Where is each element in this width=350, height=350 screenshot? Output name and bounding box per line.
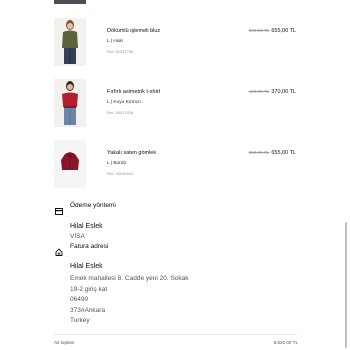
- product-price: 999,00 TL 655,00 TL: [249, 28, 296, 34]
- product-variant: L | Haki: [107, 39, 123, 44]
- product-price: 999,00 TL 655,00 TL: [249, 150, 296, 156]
- product-variant: L | Koyu Kırmızı: [107, 100, 141, 105]
- product-ref: Ref. 33046604: [107, 171, 134, 176]
- order-item: Yakalı saten gömlek L | Bordo Ref. 33046…: [54, 140, 296, 188]
- old-price: 429,00 TL: [248, 89, 270, 94]
- address-line: 19-2 giriş kat: [70, 285, 108, 293]
- home-icon: [55, 243, 63, 261]
- order-item: Dökümlü işlemeli bluz L | Haki Ref. 8053…: [54, 18, 296, 66]
- payment-holder-name: Hilal Eslek: [70, 223, 103, 230]
- old-price: 999,00 TL: [248, 28, 270, 33]
- subtotal-value: 5.820,00 TL: [273, 340, 298, 345]
- previous-item-image-edge: [54, 0, 86, 4]
- product-name[interactable]: Dökümlü işlemeli bluz: [107, 28, 160, 34]
- scrollbar[interactable]: [345, 222, 347, 348]
- product-image[interactable]: [54, 79, 86, 127]
- new-price: 370,00 TL: [271, 89, 296, 95]
- product-name[interactable]: Yakalı saten gömlek: [107, 150, 156, 156]
- new-price: 655,00 TL: [271, 28, 296, 34]
- new-price: 655,00 TL: [271, 150, 296, 156]
- payment-method-title: Ödeme yöntemi: [70, 202, 116, 209]
- billing-name: Hilal Eslek: [70, 263, 103, 270]
- address-line: Emek mahallesi 8. Cadde yeni 20. Sokak: [70, 275, 189, 282]
- product-name[interactable]: Fırfırlı asimetrik t-shirt: [107, 89, 160, 95]
- product-image[interactable]: [54, 140, 86, 188]
- product-ref: Ref. 80537798: [107, 49, 134, 54]
- address-line: 373#Ankara: [70, 306, 106, 314]
- old-price: 999,00 TL: [248, 150, 270, 155]
- address-line: 06490: [70, 296, 89, 303]
- product-image[interactable]: [54, 18, 86, 66]
- product-ref: Ref. 85021936: [107, 110, 134, 115]
- product-variant: L | Bordo: [107, 161, 127, 166]
- subtotal-label: Ait toplam: [54, 340, 75, 345]
- card-icon: [55, 202, 63, 220]
- order-item: Fırfırlı asimetrik t-shirt L | Koyu Kırm…: [54, 79, 296, 127]
- divider: [54, 334, 297, 335]
- billing-address-title: Fatura adresi: [70, 243, 109, 250]
- product-price: 429,00 TL 370,00 TL: [249, 89, 296, 95]
- address-line: Turkey: [70, 317, 90, 324]
- payment-method-value: VISA: [70, 233, 85, 240]
